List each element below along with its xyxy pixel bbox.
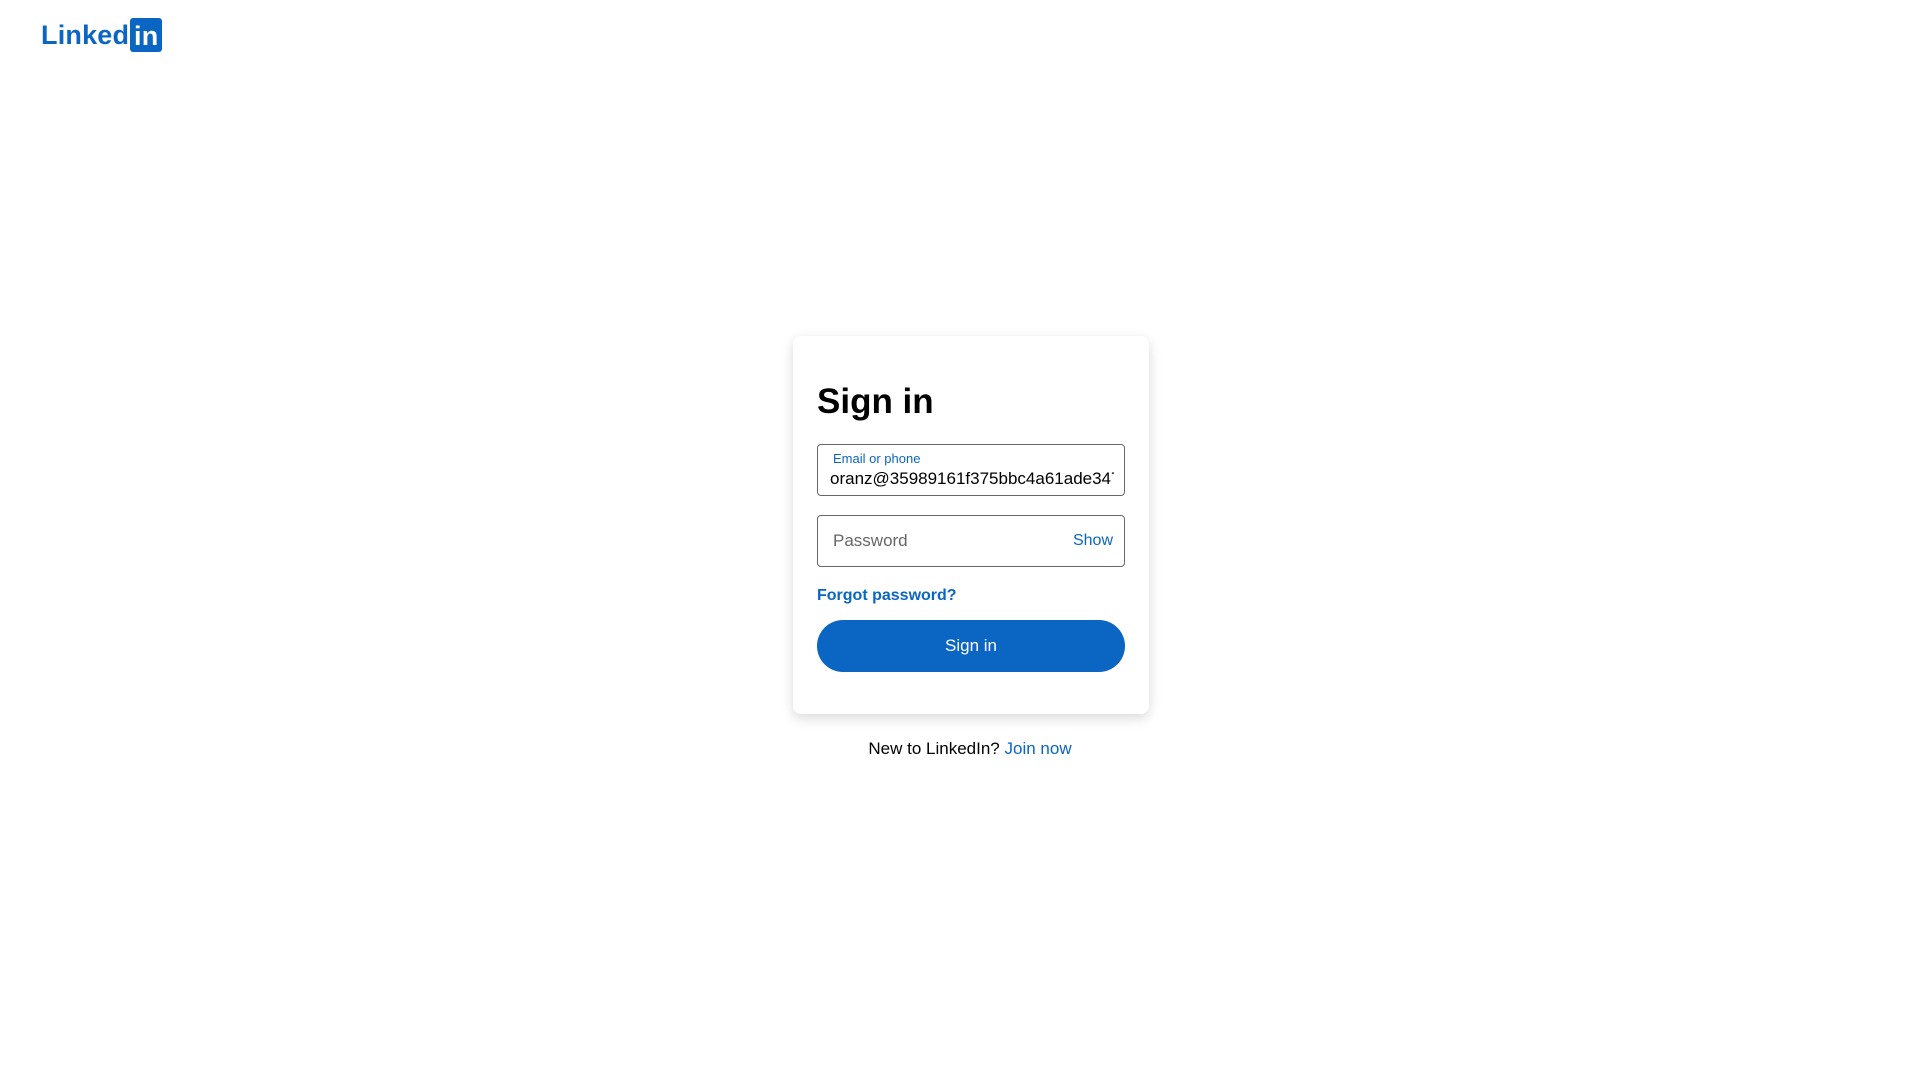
join-prompt-text: New to LinkedIn? [868, 739, 1000, 758]
password-input[interactable] [833, 516, 1063, 566]
join-now-link[interactable]: Join now [1005, 739, 1072, 758]
forgot-password-link[interactable]: Forgot password? [817, 586, 957, 606]
password-field[interactable]: Show [817, 515, 1125, 567]
logo-wordmark: Linked [41, 20, 130, 50]
logo-in-box: in [130, 18, 163, 52]
sign-in-button[interactable]: Sign in [817, 620, 1125, 672]
show-password-button[interactable]: Show [1073, 531, 1113, 551]
join-prompt: New to LinkedIn? Join now [0, 739, 1920, 759]
signin-card: Sign in Email or phone Show Forgot passw… [793, 336, 1149, 714]
page-title: Sign in [817, 382, 934, 421]
email-field-label: Email or phone [833, 451, 921, 466]
email-field[interactable]: Email or phone [817, 444, 1125, 496]
email-input[interactable] [830, 469, 1114, 489]
linkedin-logo[interactable]: Linked in [41, 18, 163, 52]
